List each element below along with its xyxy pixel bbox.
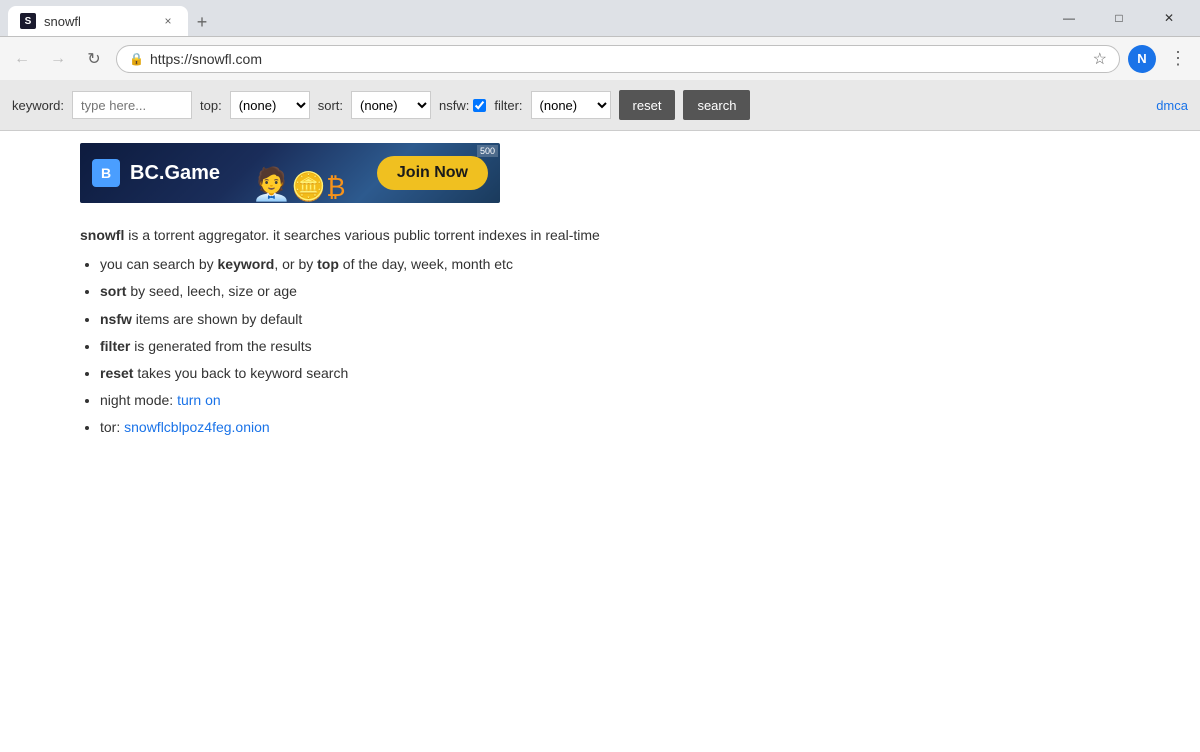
search-button[interactable]: search bbox=[683, 90, 750, 120]
lock-icon: 🔒 bbox=[129, 52, 144, 66]
url-bar[interactable]: 🔒 https://snowfl.com ☆ bbox=[116, 45, 1120, 73]
title-bar: S snowfl × + — □ ✕ bbox=[0, 0, 1200, 36]
minimize-button[interactable]: — bbox=[1046, 2, 1092, 34]
browser-tab[interactable]: S snowfl × bbox=[8, 6, 188, 36]
list-item: tor: snowflcblpoz4feg.onion bbox=[100, 415, 1120, 440]
tab-bar: S snowfl × + bbox=[8, 0, 1042, 36]
close-button[interactable]: ✕ bbox=[1146, 2, 1192, 34]
filter-label: filter: bbox=[494, 98, 522, 113]
keyword-label: keyword: bbox=[12, 98, 64, 113]
tor-link[interactable]: snowflcblpoz4feg.onion bbox=[124, 419, 270, 435]
browser-window: S snowfl × + — □ ✕ ← → ↻ 🔒 https://snowf… bbox=[0, 0, 1200, 752]
tab-favicon: S bbox=[20, 13, 36, 29]
url-text: https://snowfl.com bbox=[150, 51, 1087, 67]
page-area: keyword: top: (none) day week month sort… bbox=[0, 80, 1200, 752]
maximize-button[interactable]: □ bbox=[1096, 2, 1142, 34]
ad-banner[interactable]: B BC.Game 🧑‍💼 🪙 ₿ Join Now 500 bbox=[80, 143, 500, 203]
new-tab-button[interactable]: + bbox=[188, 8, 216, 36]
list-item: you can search by keyword, or by top of … bbox=[100, 252, 1120, 277]
sort-select[interactable]: (none) seed leech size age bbox=[351, 91, 431, 119]
ad-badge: 500 bbox=[477, 145, 498, 157]
profile-button[interactable]: N bbox=[1128, 45, 1156, 73]
address-bar: ← → ↻ 🔒 https://snowfl.com ☆ N ⋮ bbox=[0, 36, 1200, 80]
intro-text: snowfl is a torrent aggregator. it searc… bbox=[80, 223, 1120, 248]
filter-select[interactable]: (none) bbox=[531, 91, 611, 119]
sort-label: sort: bbox=[318, 98, 343, 113]
ad-logo: B bbox=[92, 159, 120, 187]
list-item: sort by seed, leech, size or age bbox=[100, 279, 1120, 304]
ad-brand-name: BC.Game bbox=[130, 162, 220, 185]
list-item: night mode: turn on bbox=[100, 388, 1120, 413]
feature-list: you can search by keyword, or by top of … bbox=[100, 252, 1120, 440]
browser-menu-button[interactable]: ⋮ bbox=[1164, 45, 1192, 73]
tab-title: snowfl bbox=[44, 14, 152, 29]
back-button[interactable]: ← bbox=[8, 45, 36, 73]
nsfw-label: nsfw: bbox=[439, 98, 486, 113]
keyword-input[interactable] bbox=[72, 91, 192, 119]
window-controls: — □ ✕ bbox=[1046, 2, 1192, 34]
list-item: nsfw items are shown by default bbox=[100, 307, 1120, 332]
list-item: filter is generated from the results bbox=[100, 334, 1120, 359]
forward-button[interactable]: → bbox=[44, 45, 72, 73]
tab-close-button[interactable]: × bbox=[160, 13, 176, 29]
night-mode-link[interactable]: turn on bbox=[177, 392, 221, 408]
description-section: snowfl is a torrent aggregator. it searc… bbox=[0, 211, 1200, 455]
ad-characters: 🧑‍💼 🪙 ₿ bbox=[230, 143, 367, 203]
search-toolbar: keyword: top: (none) day week month sort… bbox=[0, 80, 1200, 131]
reset-button[interactable]: reset bbox=[619, 90, 676, 120]
ad-join-button[interactable]: Join Now bbox=[377, 156, 488, 190]
list-item: reset takes you back to keyword search bbox=[100, 361, 1120, 386]
bookmark-icon[interactable]: ☆ bbox=[1093, 49, 1107, 69]
nsfw-checkbox[interactable] bbox=[473, 99, 486, 112]
reload-button[interactable]: ↻ bbox=[80, 45, 108, 73]
top-select[interactable]: (none) day week month bbox=[230, 91, 310, 119]
top-label: top: bbox=[200, 98, 222, 113]
dmca-link[interactable]: dmca bbox=[1156, 98, 1188, 113]
